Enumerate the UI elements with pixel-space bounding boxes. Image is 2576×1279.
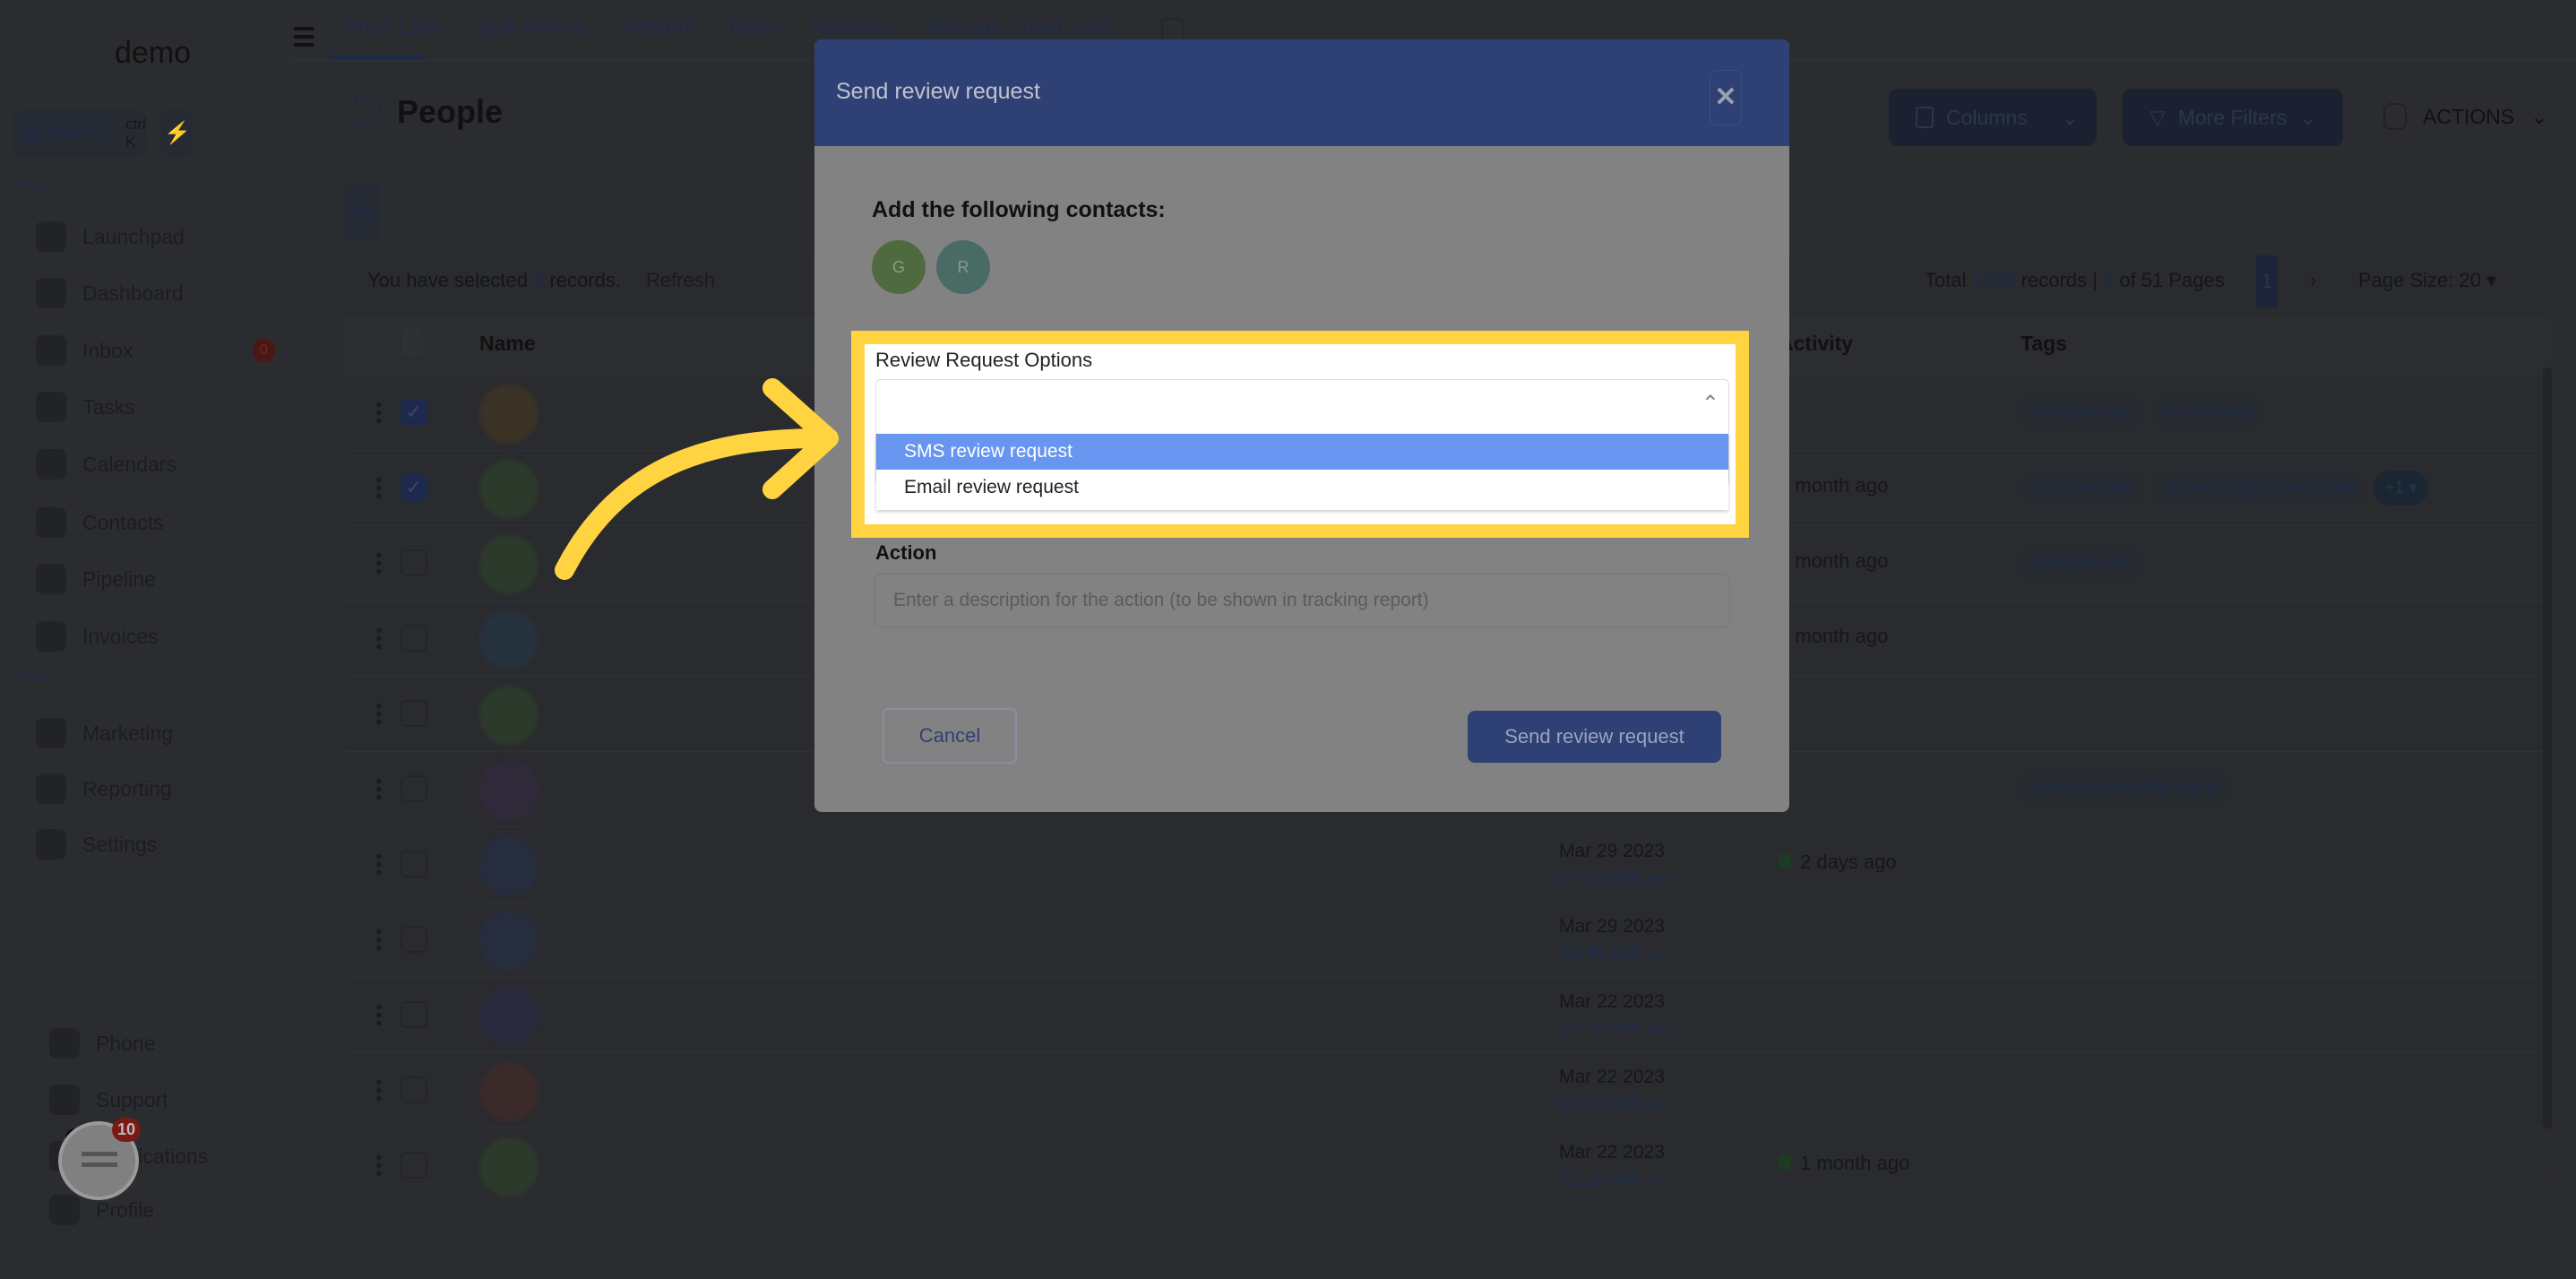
- arrow-annotation: [555, 378, 839, 580]
- arrow-curve: [555, 428, 830, 580]
